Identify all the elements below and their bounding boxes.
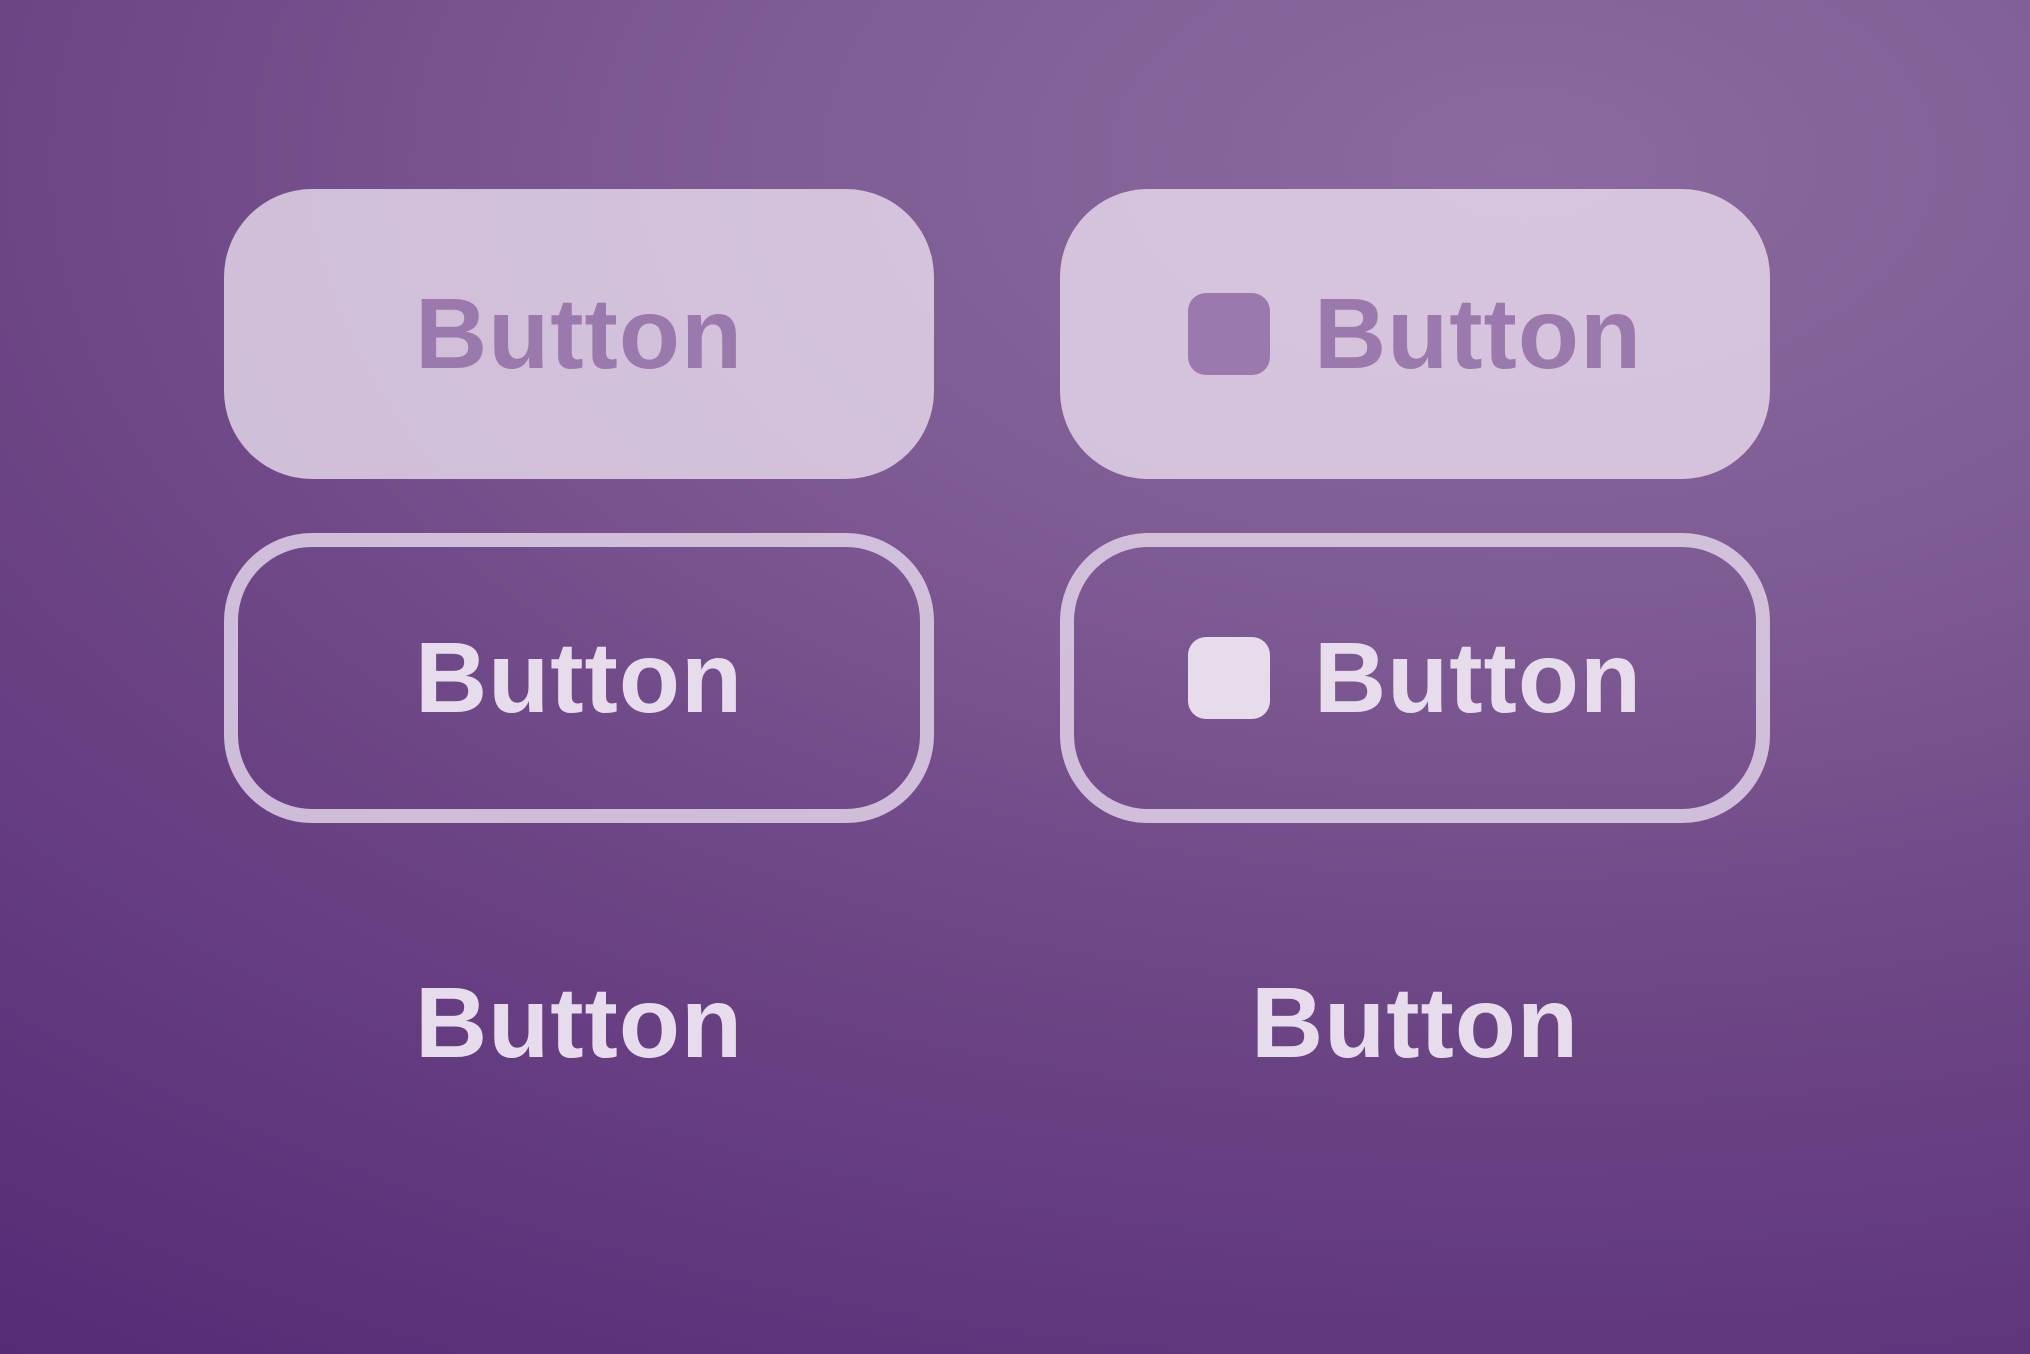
text-button[interactable]: Button <box>224 878 934 1168</box>
filled-icon-button[interactable]: Button <box>1060 189 1770 479</box>
outlined-button-label: Button <box>414 622 744 734</box>
square-icon <box>1187 637 1270 719</box>
text-button-right[interactable]: Button <box>1060 878 1770 1168</box>
outlined-icon-button[interactable]: Button <box>1060 533 1770 823</box>
square-icon <box>1187 293 1270 375</box>
filled-button-label: Button <box>414 278 744 390</box>
filled-button[interactable]: Button <box>224 189 934 479</box>
filled-icon-button-label: Button <box>1313 278 1643 390</box>
text-button-label: Button <box>414 967 744 1079</box>
outlined-icon-button-label: Button <box>1313 622 1643 734</box>
outlined-button[interactable]: Button <box>224 533 934 823</box>
text-button-right-label: Button <box>1250 967 1580 1079</box>
